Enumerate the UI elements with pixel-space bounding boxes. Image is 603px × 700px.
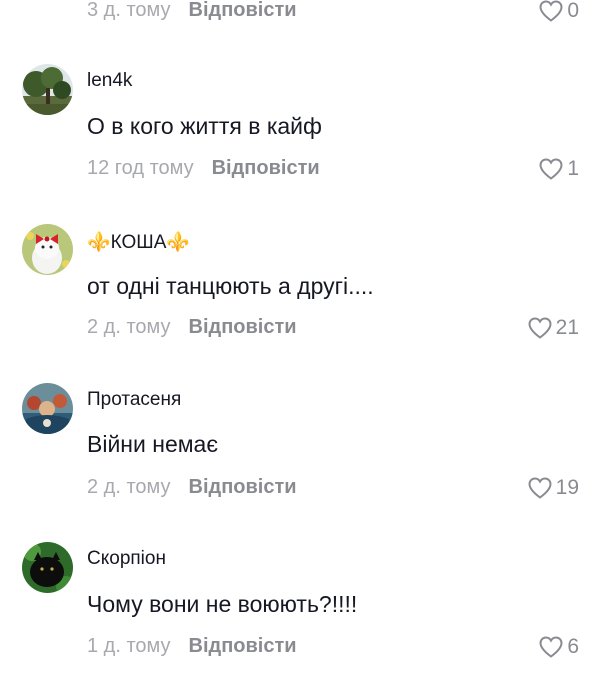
like-count: 19 bbox=[555, 476, 579, 499]
comment-text: О в кого життя в кайф bbox=[87, 113, 322, 139]
comment-time: 2 д. тому bbox=[87, 476, 171, 498]
username[interactable]: ⚜️КОША⚜️ bbox=[87, 230, 190, 254]
heart-icon bbox=[528, 477, 552, 499]
comment-meta: 12 год тому Відповісти bbox=[87, 157, 320, 180]
like-count: 21 bbox=[555, 316, 579, 339]
reply-button[interactable]: Відповісти bbox=[189, 635, 297, 657]
comment-meta: 2 д. тому Відповісти bbox=[87, 316, 297, 339]
user-avatar[interactable] bbox=[22, 224, 73, 275]
heart-icon bbox=[528, 317, 552, 339]
reply-button[interactable]: Відповісти bbox=[189, 0, 297, 21]
reply-button[interactable]: Відповісти bbox=[189, 476, 297, 498]
comment-time: 1 д. тому bbox=[87, 635, 171, 657]
like-button[interactable]: 21 bbox=[527, 316, 579, 340]
like-button[interactable]: 19 bbox=[527, 476, 579, 500]
black-panther-avatar bbox=[22, 542, 73, 593]
like-button[interactable]: 0 bbox=[538, 0, 579, 23]
heart-icon bbox=[539, 158, 563, 180]
heart-icon bbox=[539, 0, 563, 22]
user-avatar[interactable] bbox=[22, 64, 73, 115]
like-button[interactable]: 6 bbox=[538, 635, 579, 659]
username[interactable]: len4k bbox=[87, 70, 132, 92]
comment-meta: 1 д. тому Відповісти bbox=[87, 635, 297, 658]
white-dog-photo-avatar bbox=[22, 224, 73, 275]
tree-photo-avatar bbox=[22, 64, 73, 115]
reply-button[interactable]: Відповісти bbox=[189, 316, 297, 338]
comment-time: 12 год тому bbox=[87, 157, 194, 179]
heart-icon bbox=[539, 636, 563, 658]
user-avatar[interactable] bbox=[22, 542, 73, 593]
like-button[interactable]: 1 bbox=[538, 157, 579, 181]
like-count: 0 bbox=[567, 0, 579, 22]
comment-text: Чому вони не воюють?!!!! bbox=[87, 591, 358, 617]
painting-avatar bbox=[22, 383, 73, 434]
username[interactable]: Протасеня bbox=[87, 389, 181, 411]
username[interactable]: Скорпіон bbox=[87, 548, 166, 570]
comment-time: 3 д. тому bbox=[87, 0, 171, 21]
user-avatar[interactable] bbox=[22, 383, 73, 434]
comment-text: от одні танцюють а другі.... bbox=[87, 273, 374, 299]
reply-button[interactable]: Відповісти bbox=[212, 157, 320, 179]
comment-meta: 2 д. тому Відповісти bbox=[87, 476, 297, 499]
like-count: 6 bbox=[567, 635, 579, 658]
comment-time: 2 д. тому bbox=[87, 316, 171, 338]
comment-meta: 3 д. тому Відповісти bbox=[87, 0, 297, 22]
comment-text: Війни немає bbox=[87, 431, 219, 457]
like-count: 1 bbox=[567, 157, 579, 180]
